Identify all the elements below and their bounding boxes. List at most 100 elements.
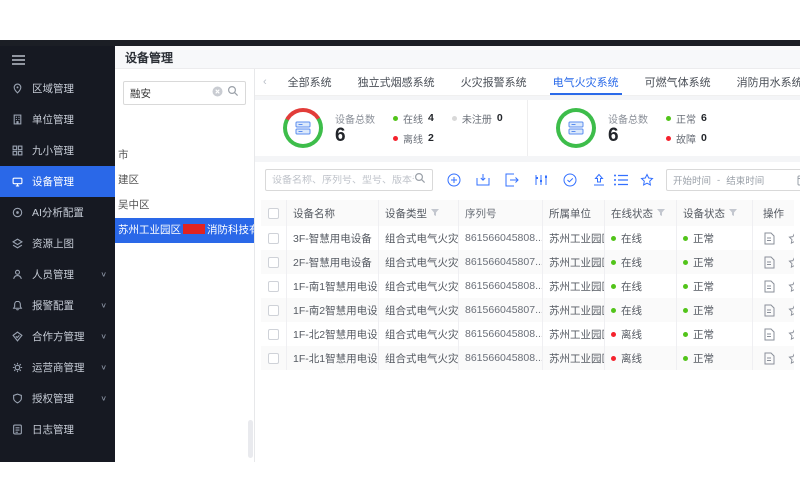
status-dot: [683, 236, 688, 241]
import-icon[interactable]: [476, 173, 490, 187]
tab-fire-alarm[interactable]: 火灾报警系统: [448, 69, 540, 95]
batch-operation-icon[interactable]: [534, 173, 548, 187]
sidebar-item-partner[interactable]: 合作方管理 ∨: [0, 321, 115, 352]
row-checkbox[interactable]: [268, 233, 279, 244]
export-icon[interactable]: [505, 173, 519, 187]
org-search-box: [123, 81, 246, 105]
row-checkbox[interactable]: [268, 329, 279, 340]
system-tabs: ‹ 全部系统 独立式烟感系统 火灾报警系统 电气火灾系统 可燃气体系统 消防用水…: [255, 69, 800, 96]
sidebar-item-authorization[interactable]: 授权管理 ∨: [0, 383, 115, 414]
tree-scrollbar[interactable]: [248, 420, 253, 458]
detail-doc-icon[interactable]: [763, 352, 775, 365]
online-status: 在线: [605, 250, 677, 274]
device-type: 组合式电气火灾探...: [379, 346, 459, 370]
add-device-icon[interactable]: [447, 173, 461, 187]
sidebar-item-alarm-config[interactable]: 报警配置 ∨: [0, 290, 115, 321]
favorite-icon[interactable]: [788, 232, 794, 245]
sidebar-item-resource-map[interactable]: 资源上图: [0, 228, 115, 259]
status-dot: [683, 284, 688, 289]
table-row[interactable]: 1F-南1智慧用电设备 组合式电气火灾探... 861566045808... …: [261, 274, 794, 298]
sidebar-item-jiuxiao[interactable]: 九小管理: [0, 135, 115, 166]
device-org: 苏州工业园区...: [543, 346, 605, 370]
detail-doc-icon[interactable]: [763, 328, 775, 341]
status-dot: [393, 116, 398, 121]
tree-item[interactable]: 吴中区: [115, 193, 254, 218]
detail-doc-icon[interactable]: [763, 232, 775, 245]
favorite-icon[interactable]: [788, 256, 794, 269]
filter-icon[interactable]: [657, 209, 665, 217]
org-search-input[interactable]: [130, 87, 200, 99]
tab-combustible-gas[interactable]: 可燃气体系统: [632, 69, 724, 95]
row-checkbox[interactable]: [268, 257, 279, 268]
detail-doc-icon[interactable]: [763, 304, 775, 317]
device-name: 1F-南1智慧用电设备: [287, 274, 379, 298]
favorite-icon[interactable]: [788, 328, 794, 341]
sidebar-item-unit[interactable]: 单位管理: [0, 104, 115, 135]
tab-all-systems[interactable]: 全部系统: [275, 69, 345, 95]
sidebar-item-label: 日志管理: [32, 422, 74, 437]
device-search-input[interactable]: [272, 175, 414, 186]
sidebar-item-label: 区域管理: [32, 81, 74, 96]
filter-icon[interactable]: [431, 209, 439, 217]
online-status: 在线: [605, 274, 677, 298]
sidebar-item-ai-config[interactable]: AI分析配置: [0, 197, 115, 228]
sidebar-item-device[interactable]: 设备管理: [0, 166, 115, 197]
sidebar-item-label: 人员管理: [32, 267, 74, 282]
favorite-icon[interactable]: [788, 280, 794, 293]
stat-legend: 正常6 故障0: [666, 111, 707, 146]
device-icon: [560, 112, 592, 144]
sidebar-item-operator[interactable]: 运营商管理 ∨: [0, 352, 115, 383]
device-serial: 861566045808...: [459, 274, 543, 298]
tab-smoke-detector[interactable]: 独立式烟感系统: [345, 69, 448, 95]
detail-doc-icon[interactable]: [763, 280, 775, 293]
favorite-icon[interactable]: [788, 304, 794, 317]
tab-fire-water[interactable]: 消防用水系统: [724, 69, 800, 95]
status-dot: [611, 260, 616, 265]
tab-electrical-fire[interactable]: 电气火灾系统: [540, 69, 632, 95]
app-window: 区域管理 单位管理 九小管理 设备管理 AI分析配置: [0, 40, 800, 462]
search-icon[interactable]: [227, 84, 239, 102]
org-tree: 市 建区 吴中区 苏州工业园区消防科技有限公司: [115, 143, 254, 243]
sidebar-item-region[interactable]: 区域管理: [0, 73, 115, 104]
device-serial: 861566045807...: [459, 250, 543, 274]
bell-icon: [12, 300, 24, 312]
filter-icon[interactable]: [729, 209, 737, 217]
favorite-star-icon[interactable]: [640, 173, 654, 187]
stat-legend: 在线4 未注册0 离线2: [393, 111, 503, 146]
row-checkbox[interactable]: [268, 305, 279, 316]
stat-value: 6: [335, 126, 375, 146]
sidebar-item-label: 合作方管理: [32, 329, 85, 344]
legend-online: 在线4: [393, 111, 434, 126]
date-range-picker[interactable]: 开始时间 - 结束时间: [666, 169, 800, 191]
tree-item-selected[interactable]: 苏州工业园区消防科技有限公司: [115, 218, 254, 243]
tree-item[interactable]: 市: [115, 143, 254, 168]
upgrade-icon[interactable]: [592, 173, 606, 187]
row-checkbox[interactable]: [268, 281, 279, 292]
table-row[interactable]: 1F-南2智慧用电设备 组合式电气火灾探... 861566045807... …: [261, 298, 794, 322]
table-row[interactable]: 2F-智慧用电设备 组合式电气火灾探... 861566045807... 苏州…: [261, 250, 794, 274]
table-row[interactable]: 1F-北2智慧用电设备 组合式电气火灾探... 861566045808... …: [261, 322, 794, 346]
search-icon[interactable]: [414, 171, 426, 189]
device-status: 正常: [677, 250, 753, 274]
online-status: 离线: [605, 322, 677, 346]
device-status: 正常: [677, 274, 753, 298]
view-list-icon[interactable]: [614, 174, 628, 186]
table-row[interactable]: 3F-智慧用电设备 组合式电气火灾探... 861566045808... 苏州…: [261, 226, 794, 250]
clear-icon[interactable]: [212, 84, 223, 102]
table-row[interactable]: 1F-北1智慧用电设备 组合式电气火灾探... 861566045808... …: [261, 346, 794, 370]
row-checkbox[interactable]: [268, 353, 279, 364]
menu-toggle-icon[interactable]: [0, 46, 115, 73]
tree-item[interactable]: 建区: [115, 168, 254, 193]
detail-doc-icon[interactable]: [763, 256, 775, 269]
status-dot: [666, 116, 671, 121]
favorite-icon[interactable]: [788, 352, 794, 365]
building-icon: [12, 114, 24, 126]
select-all-checkbox[interactable]: [268, 208, 279, 219]
sync-status-icon[interactable]: [563, 173, 577, 187]
sidebar-item-personnel[interactable]: 人员管理 ∨: [0, 259, 115, 290]
sidebar-item-log[interactable]: 日志管理: [0, 414, 115, 445]
device-org: 苏州工业园区...: [543, 298, 605, 322]
device-org: 苏州工业园区...: [543, 226, 605, 250]
tabs-prev-icon[interactable]: ‹: [255, 69, 275, 95]
legend-fault: 故障0: [666, 131, 707, 146]
